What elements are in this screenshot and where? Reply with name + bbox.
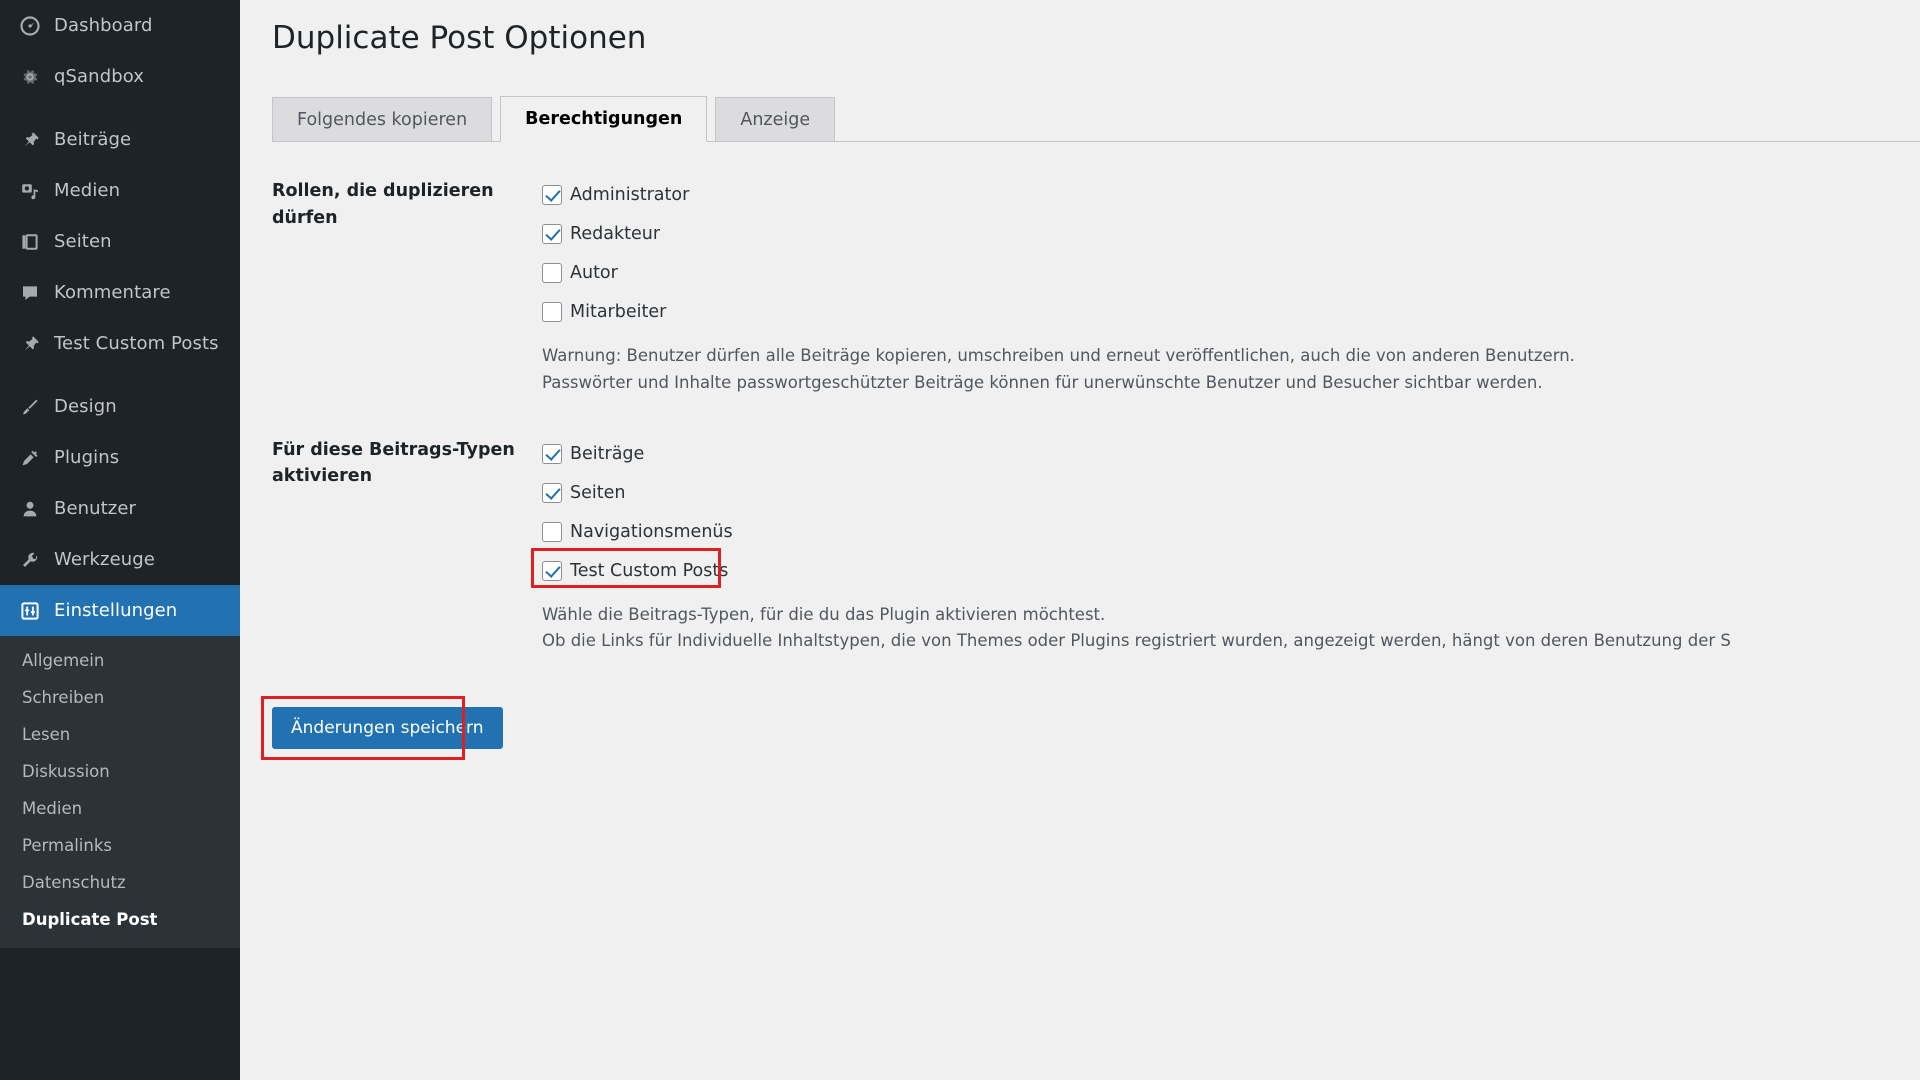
post-types-description-line-1: Wähle die Beitrags-Typen, für die du das…	[542, 604, 1106, 624]
role-option-administrator[interactable]: Administrator	[542, 176, 1920, 214]
role-option-autor[interactable]: Autor	[542, 254, 1920, 292]
settings-icon	[10, 601, 50, 621]
post-type-option-navigationsmen-s[interactable]: Navigationsmenüs	[542, 513, 1920, 551]
admin-sidebar: Dashboard qSandbox Beiträge Medien Seiten Kom…	[0, 0, 248, 1080]
sidebar-settings-submenu: Allgemein Schreiben Lesen Diskussion Medien P…	[0, 636, 240, 948]
media-icon	[10, 181, 50, 201]
sidebar-item-benutzer[interactable]: Benutzer	[0, 483, 240, 534]
post-types-description: Wähle die Beitrags-Typen, für die du das…	[542, 602, 1920, 655]
roles-description-line-2: Passwörter und Inhalte passwortgeschützt…	[542, 373, 1543, 393]
comment-icon	[10, 283, 50, 303]
plug-icon	[10, 448, 50, 468]
sidebar-item-label: Beiträge	[54, 129, 132, 150]
sidebar-item-label: Kommentare	[54, 282, 171, 303]
submenu-item-medien[interactable]: Medien	[0, 790, 240, 827]
submenu-item-schreiben[interactable]: Schreiben	[0, 679, 240, 716]
post-types-label: Für diese Beitrags-Typen aktivieren	[272, 439, 515, 486]
sidebar-item-label: Design	[54, 396, 117, 417]
tab-berechtigungen[interactable]: Berechtigungen	[500, 96, 708, 143]
sidebar-item-label: Einstellungen	[54, 600, 178, 621]
submenu-item-lesen[interactable]: Lesen	[0, 716, 240, 753]
roles-checkbox-group: Administrator Redakteur Autor Mitarbeiter	[542, 176, 1920, 331]
role-option-redakteur[interactable]: Redakteur	[542, 215, 1920, 253]
submenu-item-duplicate-post[interactable]: Duplicate Post	[0, 901, 240, 938]
checkbox-navigationsmen-s[interactable]	[542, 521, 562, 542]
wordpress-admin-screen: Dashboard qSandbox Beiträge Medien Seiten Kom…	[0, 0, 1920, 1080]
sidebar-item-dashboard[interactable]: Dashboard	[0, 0, 240, 51]
checkbox-label[interactable]: Administrator	[570, 185, 689, 205]
submenu-item-datenschutz[interactable]: Datenschutz	[0, 864, 240, 901]
sidebar-item-label: qSandbox	[54, 66, 145, 87]
sidebar-item-test-custom-posts[interactable]: Test Custom Posts	[0, 318, 240, 369]
post-types-row: Für diese Beitrags-Typen aktivieren Beit…	[272, 435, 1920, 655]
checkbox-seiten[interactable]	[542, 482, 562, 503]
post-types-description-line-2: Ob die Links für Individuelle Inhaltstyp…	[542, 631, 1731, 651]
brush-icon	[10, 397, 50, 417]
sidebar-item-label: Seiten	[54, 231, 112, 252]
checkbox-label[interactable]: Autor	[570, 263, 618, 283]
post-type-option-test-custom-posts[interactable]: Test Custom Posts	[531, 547, 1920, 590]
roles-field: Administrator Redakteur Autor Mitarbeiter W…	[542, 176, 1920, 396]
pin-icon	[10, 130, 50, 150]
tab-anzeige[interactable]: Anzeige	[715, 97, 836, 142]
sidebar-item-label: Test Custom Posts	[54, 333, 219, 354]
sidebar-item-beitr-ge[interactable]: Beiträge	[0, 114, 240, 165]
checkbox-test-custom-posts[interactable]	[542, 560, 562, 581]
submenu-item-diskussion[interactable]: Diskussion	[0, 753, 240, 790]
post-type-option-beitr-ge[interactable]: Beiträge	[542, 435, 1920, 473]
sidebar-item-label: Plugins	[54, 447, 120, 468]
save-changes-button[interactable]: Änderungen speichern	[272, 707, 503, 750]
sidebar-item-plugins[interactable]: Plugins	[0, 432, 240, 483]
sidebar-item-label: Benutzer	[54, 498, 137, 519]
sidebar-item-design[interactable]: Design	[0, 381, 240, 432]
checkbox-label[interactable]: Navigationsmenüs	[570, 522, 733, 542]
sidebar-separator	[0, 102, 240, 114]
save-button-wrapper: Änderungen speichern	[261, 696, 503, 761]
dashboard-icon	[10, 15, 50, 36]
checkbox-label[interactable]: Seiten	[570, 483, 625, 503]
submenu-item-allgemein[interactable]: Allgemein	[0, 642, 240, 679]
sidebar-item-medien[interactable]: Medien	[0, 165, 240, 216]
settings-form: Rollen, die duplizieren dürfen Administr…	[272, 176, 1920, 655]
main-content: Duplicate Post Optionen Folgendes kopier…	[240, 0, 1920, 1080]
roles-row: Rollen, die duplizieren dürfen Administr…	[272, 176, 1920, 396]
post-types-checkbox-group: Beiträge Seiten Navigationsmenüs Test Custo…	[531, 435, 1920, 590]
checkbox-mitarbeiter[interactable]	[542, 302, 562, 323]
role-option-mitarbeiter[interactable]: Mitarbeiter	[542, 293, 1920, 331]
sidebar-item-einstellungen[interactable]: Einstellungen	[0, 585, 248, 636]
sidebar-item-qsandbox[interactable]: qSandbox	[0, 51, 240, 102]
checkbox-label[interactable]: Mitarbeiter	[570, 302, 666, 322]
checkbox-beitr-ge[interactable]	[542, 443, 562, 464]
sidebar-item-werkzeuge[interactable]: Werkzeuge	[0, 534, 240, 585]
checkbox-label[interactable]: Beiträge	[570, 444, 644, 464]
pages-icon	[10, 232, 50, 252]
pin-icon	[10, 334, 50, 354]
tab-folgendes-kopieren[interactable]: Folgendes kopieren	[272, 97, 493, 142]
post-type-option-seiten[interactable]: Seiten	[542, 474, 1920, 512]
submenu-item-permalinks[interactable]: Permalinks	[0, 827, 240, 864]
sidebar-separator	[0, 369, 240, 381]
sidebar-item-label: Werkzeuge	[54, 549, 155, 570]
roles-label: Rollen, die duplizieren dürfen	[272, 181, 494, 228]
wrench-icon	[10, 550, 50, 570]
settings-tabs: Folgendes kopieren Berechtigungen Anzeige	[272, 96, 1920, 143]
page-title: Duplicate Post Optionen	[272, 20, 647, 56]
roles-description-line-1: Warnung: Benutzer dürfen alle Beiträge k…	[542, 346, 1575, 366]
user-icon	[10, 499, 50, 519]
sidebar-item-label: Dashboard	[54, 15, 153, 36]
sidebar-item-kommentare[interactable]: Kommentare	[0, 267, 240, 318]
checkbox-autor[interactable]	[542, 263, 562, 284]
checkbox-redakteur[interactable]	[542, 224, 562, 245]
checkbox-label[interactable]: Redakteur	[570, 224, 660, 244]
post-types-field: Beiträge Seiten Navigationsmenüs Test Custo…	[531, 435, 1920, 655]
checkbox-administrator[interactable]	[542, 185, 562, 206]
sidebar-item-label: Medien	[54, 180, 121, 201]
gear-icon	[10, 67, 50, 87]
roles-description: Warnung: Benutzer dürfen alle Beiträge k…	[542, 343, 1920, 396]
checkbox-label[interactable]: Test Custom Posts	[570, 561, 728, 581]
sidebar-item-seiten[interactable]: Seiten	[0, 216, 240, 267]
sidebar-primary-menu: Dashboard qSandbox Beiträge Medien Seiten Kom…	[0, 0, 248, 636]
sidebar-footer	[0, 948, 240, 1008]
